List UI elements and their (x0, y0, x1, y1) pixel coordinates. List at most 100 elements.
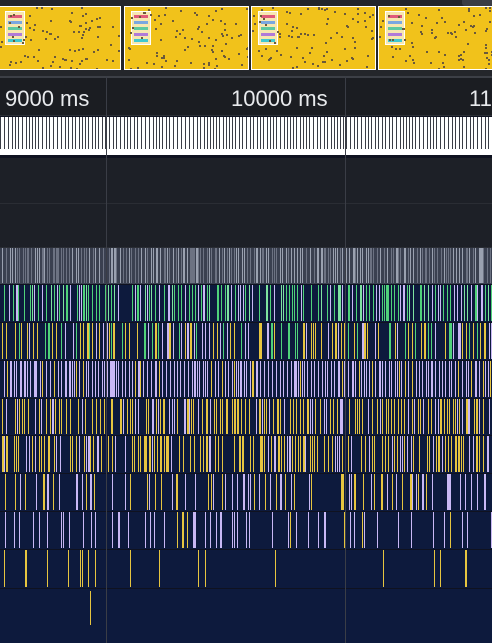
gray-track-event[interactable] (437, 248, 438, 283)
lavender-sparse-track-event[interactable] (288, 512, 289, 548)
green-track-event[interactable] (274, 285, 275, 321)
lavender-track-event[interactable] (471, 361, 472, 397)
frame-tick[interactable] (412, 117, 413, 149)
sparse-track-bg[interactable] (0, 550, 492, 588)
yellow-track-1-event[interactable] (412, 399, 413, 434)
sparse-track-event[interactable] (205, 550, 206, 587)
yellow-track-2-event[interactable] (337, 436, 338, 472)
yellow-track-2-event[interactable] (365, 436, 366, 472)
gray-track-event[interactable] (432, 248, 433, 283)
frame-tick[interactable] (306, 117, 307, 149)
lavender-track-event[interactable] (442, 361, 443, 397)
green-track-event[interactable] (394, 285, 395, 321)
yellow-track-1-event[interactable] (206, 399, 208, 434)
lavender-sparse-track-event[interactable] (450, 512, 451, 548)
frame-tick[interactable] (229, 117, 230, 149)
lavender-track-event[interactable] (228, 361, 229, 397)
mixed-track-event[interactable] (363, 474, 364, 510)
gray-track-event[interactable] (475, 248, 476, 283)
yellow-track-1-event[interactable] (380, 399, 381, 434)
lavender-track-event[interactable] (455, 361, 456, 397)
green-track-event[interactable] (440, 285, 441, 321)
green-yellow-track-event[interactable] (462, 323, 463, 359)
gray-track-event[interactable] (198, 248, 199, 283)
lavender-track-event[interactable] (422, 361, 423, 397)
sparse-track-event[interactable] (68, 550, 69, 587)
frame-tick[interactable] (406, 117, 407, 149)
yellow-track-2-event[interactable] (79, 436, 80, 472)
frame-tick[interactable] (177, 117, 178, 149)
sparse-track-event[interactable] (47, 550, 48, 587)
gray-track-event[interactable] (413, 248, 414, 283)
frame-tick[interactable] (350, 117, 351, 149)
frame-tick[interactable] (235, 117, 236, 149)
green-track-event[interactable] (92, 285, 93, 321)
lavender-track-event[interactable] (435, 361, 436, 397)
gray-track-event[interactable] (131, 248, 132, 283)
lavender-track-event[interactable] (72, 361, 73, 397)
green-track-event[interactable] (467, 285, 468, 321)
yellow-track-1-event[interactable] (330, 399, 331, 434)
green-track-event[interactable] (363, 285, 364, 321)
green-yellow-track-event[interactable] (205, 323, 206, 359)
yellow-track-2-event[interactable] (209, 436, 211, 472)
mixed-track-event[interactable] (381, 474, 383, 510)
green-yellow-track-event[interactable] (395, 323, 396, 359)
green-yellow-track-event[interactable] (421, 323, 422, 359)
green-track-event[interactable] (114, 285, 115, 321)
lavender-track-event[interactable] (485, 361, 486, 397)
frame-tick[interactable] (213, 117, 214, 149)
green-track-event[interactable] (259, 285, 260, 321)
green-track-event[interactable] (189, 285, 190, 321)
green-yellow-track-event[interactable] (167, 323, 169, 359)
yellow-track-1-event[interactable] (210, 399, 211, 434)
gray-track-event[interactable] (328, 248, 329, 283)
green-yellow-track-event[interactable] (80, 323, 81, 359)
yellow-track-1-event[interactable] (70, 399, 71, 434)
green-yellow-track-event[interactable] (179, 323, 180, 359)
green-track-event[interactable] (137, 285, 139, 321)
yellow-track-2-event[interactable] (264, 436, 265, 472)
yellow-track-1-event[interactable] (28, 399, 29, 434)
mixed-track-event[interactable] (237, 474, 238, 510)
lavender-sparse-track-event[interactable] (296, 512, 297, 548)
yellow-track-1-event[interactable] (193, 399, 194, 434)
yellow-track-2-event[interactable] (348, 436, 349, 472)
green-yellow-track-event[interactable] (223, 323, 224, 359)
green-yellow-track-event[interactable] (267, 323, 269, 359)
green-yellow-track-event[interactable] (83, 323, 84, 359)
yellow-track-1-event[interactable] (382, 399, 383, 434)
yellow-track-2-event[interactable] (438, 436, 440, 472)
green-yellow-track-event[interactable] (477, 323, 478, 359)
gray-track-event[interactable] (302, 248, 303, 283)
gray-track-event[interactable] (211, 248, 212, 283)
frame-tick[interactable] (200, 117, 201, 149)
frame-tick[interactable] (427, 117, 428, 149)
yellow-track-2-event[interactable] (39, 436, 40, 472)
yellow-track-2-event[interactable] (369, 436, 370, 472)
mixed-track-event[interactable] (232, 474, 233, 510)
yellow-track-2-event[interactable] (218, 436, 219, 472)
yellow-track-1-event[interactable] (232, 399, 233, 434)
green-track-event[interactable] (294, 285, 295, 321)
green-yellow-track-event[interactable] (181, 323, 182, 359)
lavender-sparse-track-event[interactable] (290, 512, 291, 548)
lavender-track-event[interactable] (194, 361, 196, 397)
yellow-track-2-event[interactable] (101, 436, 102, 472)
lavender-track-event[interactable] (34, 361, 36, 397)
frame-tick[interactable] (79, 117, 80, 149)
green-track-event[interactable] (147, 285, 148, 321)
lavender-track-event[interactable] (155, 361, 157, 397)
gray-track-event[interactable] (266, 248, 267, 283)
green-track-event[interactable] (192, 285, 193, 321)
yellow-track-1-event[interactable] (241, 399, 242, 434)
lavender-sparse-track-event[interactable] (19, 512, 20, 548)
yellow-track-1-event[interactable] (152, 399, 154, 434)
lavender-track-event[interactable] (364, 361, 365, 397)
gray-track-event[interactable] (42, 248, 44, 283)
mixed-track-event[interactable] (94, 474, 95, 510)
yellow-track-2-event[interactable] (146, 436, 147, 472)
lavender-track-event[interactable] (135, 361, 136, 397)
green-yellow-track-event[interactable] (220, 323, 221, 359)
gray-track-event[interactable] (227, 248, 228, 283)
